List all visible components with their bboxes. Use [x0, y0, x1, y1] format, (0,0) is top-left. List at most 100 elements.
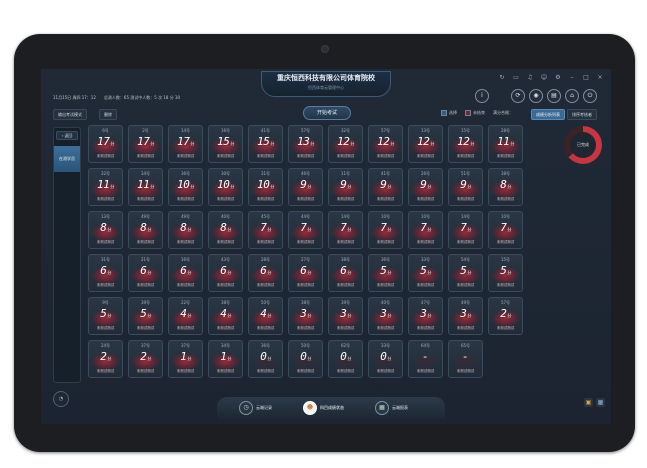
- info-icon[interactable]: i: [475, 89, 489, 103]
- refresh-icon[interactable]: ↻: [497, 73, 507, 83]
- legend-selected[interactable]: 选择: [441, 110, 457, 116]
- maximize-icon[interactable]: □: [581, 73, 591, 83]
- student-card[interactable]: 16号 15分 未测试测试: [208, 125, 243, 163]
- student-card[interactable]: 45号 7分 未测试测试: [248, 211, 283, 249]
- legend-ended[interactable]: 未结束: [465, 110, 485, 116]
- student-card[interactable]: 40号 3分 未测试测试: [368, 297, 403, 335]
- export-mode-button[interactable]: 输出考试模式: [53, 109, 87, 120]
- chart-icon[interactable]: ▤: [547, 89, 561, 103]
- student-card[interactable]: 50号 0分 未测试测试: [288, 340, 323, 378]
- score-unit: 分: [187, 270, 191, 275]
- student-card[interactable]: 49号 8分 未测试测试: [128, 211, 163, 249]
- nav-score-status[interactable]: ☻ 科目成绩状态: [303, 401, 344, 415]
- student-card[interactable]: 36号 0分 未测试测试: [248, 340, 283, 378]
- student-card[interactable]: 49号 8分 未测试测试: [168, 211, 203, 249]
- student-card[interactable]: 36号 5分 未测试测试: [368, 254, 403, 292]
- student-card[interactable]: 9号 5分 未测试测试: [88, 297, 123, 335]
- delete-button[interactable]: 删除: [99, 109, 117, 120]
- student-card[interactable]: 16号 6分 未测试测试: [168, 254, 203, 292]
- student-card[interactable]: 31号 10分 未测试测试: [248, 168, 283, 206]
- student-card[interactable]: 15号 12分 未测试测试: [448, 125, 483, 163]
- power-icon[interactable]: ⏻: [583, 89, 597, 103]
- student-card[interactable]: 32号 12分 未测试测试: [328, 125, 363, 163]
- nav-cloud-records[interactable]: ◷ 云端记录: [239, 401, 272, 415]
- tab-score-list[interactable]: 成绩分析列表: [531, 109, 565, 120]
- student-card[interactable]: 50号 4分 未测试测试: [248, 297, 283, 335]
- student-card[interactable]: 14号 7分 未测试测试: [328, 211, 363, 249]
- student-card[interactable]: 43号 6分 未测试测试: [208, 254, 243, 292]
- student-card[interactable]: 26号 9分 未测试测试: [408, 168, 443, 206]
- sync-icon[interactable]: ⟳: [511, 89, 525, 103]
- student-card[interactable]: 62号 0分 未测试测试: [328, 340, 363, 378]
- home-icon[interactable]: ⌂: [565, 89, 579, 103]
- student-card[interactable]: 27号 6分 未测试测试: [288, 254, 323, 292]
- student-card[interactable]: 46号 9分 未测试测试: [288, 168, 323, 206]
- start-exam-button[interactable]: 开始考试: [303, 106, 351, 120]
- nav-cloud-report[interactable]: ▦ 云端报表: [375, 401, 408, 415]
- sidebar-item-active-students[interactable]: 在测学员: [54, 146, 80, 172]
- student-card[interactable]: 15号 5分 未测试测试: [488, 254, 523, 292]
- camera-icon[interactable]: ◉: [529, 89, 543, 103]
- student-card[interactable]: 49号 3分 未测试测试: [448, 297, 483, 335]
- student-card[interactable]: 32号 11分 未测试测试: [88, 168, 123, 206]
- score-number: 3: [460, 307, 467, 320]
- student-card[interactable]: 38号 6分 未测试测试: [328, 254, 363, 292]
- student-card[interactable]: 39号 3分 未测试测试: [328, 297, 363, 335]
- student-card[interactable]: 34号 11分 未测试测试: [128, 168, 163, 206]
- student-card[interactable]: 11号 9分 未测试测试: [328, 168, 363, 206]
- student-card[interactable]: 10号 7分 未测试测试: [368, 211, 403, 249]
- student-card[interactable]: 2号 17分 未测试测试: [128, 125, 163, 163]
- lock-icon[interactable]: ▣: [584, 398, 593, 407]
- student-card[interactable]: 33号 0分 未测试测试: [368, 340, 403, 378]
- student-card[interactable]: 6号 17分 未测试测试: [88, 125, 123, 163]
- tab-ranking[interactable]: 排序考核者: [567, 109, 597, 120]
- student-number: 36号: [380, 257, 391, 262]
- student-card[interactable]: 31号 6分 未测试测试: [88, 254, 123, 292]
- student-card[interactable]: 38号 3分 未测试测试: [288, 297, 323, 335]
- close-icon[interactable]: ×: [595, 73, 605, 83]
- student-card[interactable]: 54号 5分 未测试测试: [448, 254, 483, 292]
- student-card[interactable]: 14号 17分 未测试测试: [168, 125, 203, 163]
- student-card[interactable]: 39号 5分 未测试测试: [128, 297, 163, 335]
- student-card[interactable]: 34号 1分 未测试测试: [208, 340, 243, 378]
- student-card[interactable]: 28号 11分 未测试测试: [488, 125, 523, 163]
- student-card[interactable]: 24号 2分 未测试测试: [88, 340, 123, 378]
- window-controls: ↻ ▭ ♫ ☺ ⚙ – □ ×: [497, 73, 605, 83]
- timer-icon[interactable]: ◔: [53, 391, 69, 407]
- student-card[interactable]: 37号 2分 未测试测试: [128, 340, 163, 378]
- student-card[interactable]: 38号 4分 未测试测试: [208, 297, 243, 335]
- settings-icon[interactable]: ⚙: [553, 73, 563, 83]
- student-card[interactable]: 10号 7分 未测试测试: [408, 211, 443, 249]
- student-card[interactable]: 65号 - 未测试测试: [448, 340, 483, 378]
- student-card[interactable]: 21号 6分 未测试测试: [128, 254, 163, 292]
- user-icon[interactable]: ☺: [539, 73, 549, 83]
- student-card[interactable]: 57号 12分 未测试测试: [368, 125, 403, 163]
- window-icon[interactable]: –: [567, 73, 577, 83]
- student-card[interactable]: 13号 8分 未测试测试: [88, 211, 123, 249]
- student-card[interactable]: 64号 - 未测试测试: [408, 340, 443, 378]
- student-card[interactable]: 22号 4分 未测试测试: [168, 297, 203, 335]
- student-card[interactable]: 57号 13分 未测试测试: [288, 125, 323, 163]
- student-card[interactable]: 41号 9分 未测试测试: [368, 168, 403, 206]
- student-card[interactable]: 44号 7分 未测试测试: [288, 211, 323, 249]
- student-card[interactable]: 30号 10分 未测试测试: [208, 168, 243, 206]
- student-card[interactable]: 28号 6分 未测试测试: [248, 254, 283, 292]
- student-card[interactable]: 47号 3分 未测试测试: [408, 297, 443, 335]
- student-card[interactable]: 14号 7分 未测试测试: [448, 211, 483, 249]
- student-card[interactable]: 40号 8分 未测试测试: [208, 211, 243, 249]
- student-card[interactable]: 36号 10分 未测试测试: [168, 168, 203, 206]
- student-card[interactable]: 13号 12分 未测试测试: [408, 125, 443, 163]
- student-card[interactable]: 10号 7分 未测试测试: [488, 211, 523, 249]
- student-card[interactable]: 41号 15分 未测试测试: [248, 125, 283, 163]
- student-card[interactable]: 38号 8分 未测试测试: [488, 168, 523, 206]
- score-number: 5: [500, 264, 507, 277]
- back-button[interactable]: ‹ 返回: [56, 131, 78, 140]
- student-card[interactable]: 33号 5分 未测试测试: [408, 254, 443, 292]
- minimize-icon[interactable]: ▭: [511, 73, 521, 83]
- student-card[interactable]: 37号 1分 未测试测试: [168, 340, 203, 378]
- student-card[interactable]: 51号 9分 未测试测试: [448, 168, 483, 206]
- score-value: 6分: [209, 264, 242, 277]
- music-icon[interactable]: ♫: [525, 73, 535, 83]
- student-card[interactable]: 57号 2分 未测试测试: [488, 297, 523, 335]
- grid-icon[interactable]: ▦: [596, 398, 605, 407]
